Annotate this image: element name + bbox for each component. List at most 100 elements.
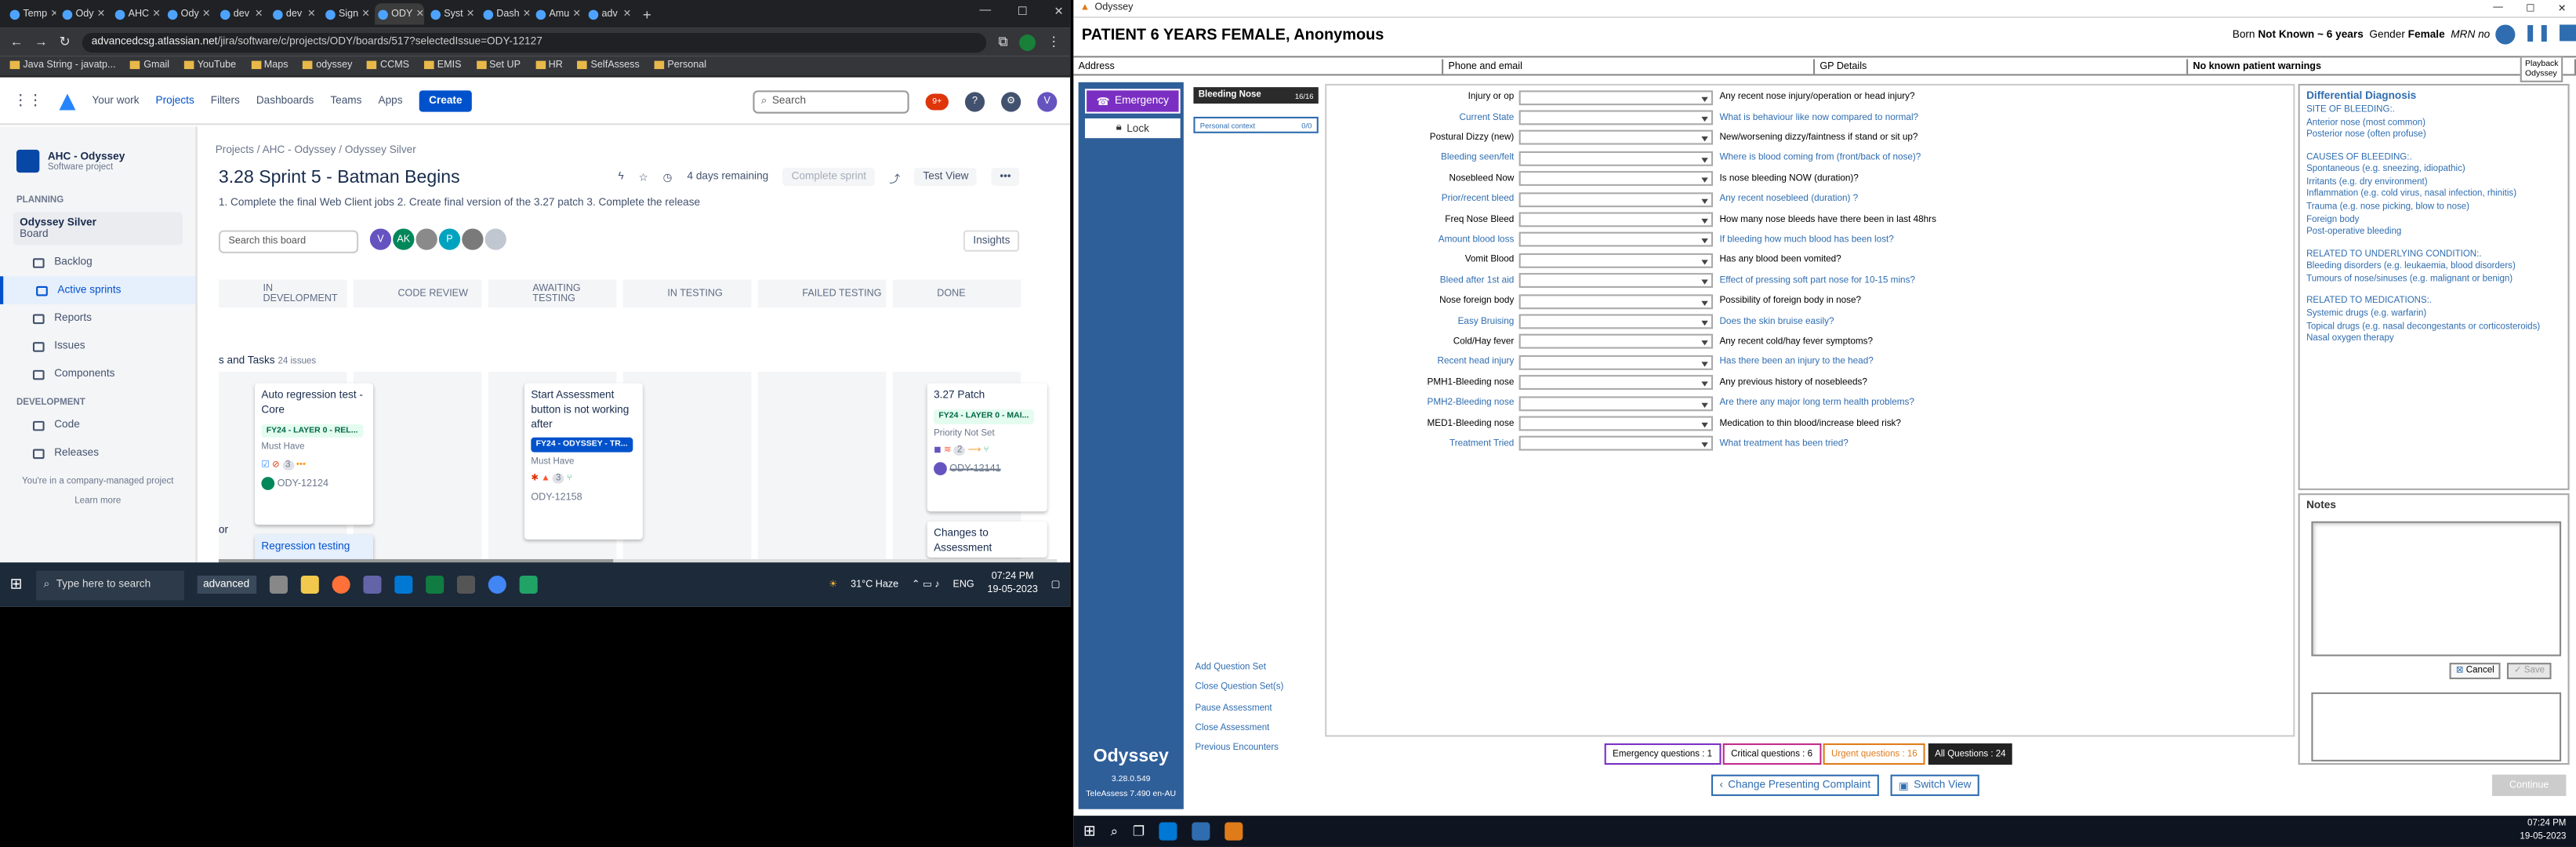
question-set-bleeding-nose[interactable]: Bleeding Nose 16/16 (1193, 87, 1319, 104)
answer-dropdown[interactable] (1518, 375, 1714, 391)
task-view-icon[interactable]: ❐ (1133, 824, 1145, 839)
bookmark[interactable]: Gmail (130, 60, 169, 71)
minimize-icon[interactable]: — (979, 5, 991, 18)
avatar[interactable]: P (438, 228, 461, 250)
chrome-icon[interactable] (488, 575, 506, 594)
pause-icon[interactable]: ❚❚ (2523, 24, 2551, 44)
answer-dropdown[interactable] (1518, 151, 1714, 166)
sidebar-item-active-sprints[interactable]: Active sprints (0, 276, 196, 304)
insights-button[interactable]: Insights (963, 230, 1020, 252)
answer-dropdown[interactable] (1518, 89, 1714, 105)
emergency-count-filter[interactable]: Emergency questions : 1 (1604, 743, 1721, 765)
gp-field[interactable]: GP Details (1815, 59, 2189, 75)
clock[interactable]: 07:24 PM 19-05-2023 (988, 572, 1038, 598)
taskbar-search[interactable]: ⌕ Type here to search (35, 569, 183, 600)
browser-tab[interactable]: Ody ✕ (59, 3, 108, 24)
sidebar-item-issues[interactable]: Issues (0, 333, 196, 361)
teams-icon[interactable] (362, 575, 381, 594)
browser-tab[interactable]: Dash✕ (480, 3, 529, 24)
app-switcher-icon[interactable]: ⋮⋮ (13, 92, 43, 110)
close-tab-icon[interactable]: ✕ (97, 8, 106, 20)
browser-tab[interactable]: dev ✕ (217, 3, 267, 24)
project-header[interactable]: AHC - Odyssey Software project (0, 126, 196, 185)
browser-tab[interactable]: dev ✕ (270, 3, 319, 24)
breadcrumb-projects[interactable]: Projects (216, 145, 254, 157)
notes-history[interactable] (2311, 692, 2562, 762)
answer-dropdown[interactable] (1518, 273, 1714, 289)
answer-dropdown[interactable] (1518, 232, 1714, 248)
start-icon[interactable]: ⊞ (1083, 823, 1096, 841)
back-icon[interactable]: ← (10, 35, 24, 49)
all-count-filter[interactable]: All Questions : 24 (1928, 743, 2012, 765)
board-search-input[interactable]: Search this board (218, 230, 359, 253)
sidebar-item-reports[interactable]: Reports (0, 304, 196, 333)
clock[interactable]: 07:24 PM 19-05-2023 (2520, 820, 2566, 843)
assessment-link[interactable]: Previous Encounters (1195, 739, 1284, 759)
address-field[interactable]: Address (1073, 59, 1444, 75)
close-tab-icon[interactable]: ✕ (202, 8, 211, 20)
answer-dropdown[interactable] (1518, 253, 1714, 268)
nav-apps[interactable]: Apps (378, 96, 402, 107)
bookmark[interactable]: SelfAssess (577, 60, 640, 71)
profile-icon[interactable] (1019, 33, 1036, 50)
answer-dropdown[interactable] (1518, 416, 1714, 431)
sidebar-item-backlog[interactable]: Backlog (0, 249, 196, 277)
assessment-link[interactable]: Close Question Set(s) (1195, 678, 1284, 699)
cancel-button[interactable]: ⊠ Cancel (2449, 663, 2502, 680)
close-tab-icon[interactable]: ✕ (152, 8, 161, 20)
browser-tab[interactable]: Syst ✕ (427, 3, 477, 24)
odyssey-taskbar-icon[interactable] (1225, 822, 1243, 841)
browser-tab[interactable]: Temp✕ (6, 3, 56, 24)
bookmark[interactable]: YouTube (183, 60, 236, 71)
question-set-personal-context[interactable]: Personal context 0/0 (1193, 116, 1319, 133)
outlook-icon[interactable] (394, 575, 412, 594)
view-dropdown[interactable]: Test View (914, 167, 978, 186)
url-field[interactable]: advancedcsg.atlassian.net/jira/software/… (82, 31, 987, 53)
phone-field[interactable]: Phone and email (1443, 59, 1816, 75)
more-icon[interactable]: ••• (991, 167, 1020, 186)
critical-count-filter[interactable]: Critical questions : 6 (1722, 743, 1821, 765)
create-button[interactable]: Create (419, 90, 473, 112)
jira-search-input[interactable]: ⌕ Search (753, 89, 909, 113)
save-button[interactable]: ✓ Save (2507, 663, 2552, 680)
bookmark[interactable]: CCMS (367, 60, 409, 71)
close-tab-icon[interactable]: ✕ (307, 8, 316, 20)
lock-button[interactable]: 🔒︎ Lock (1085, 118, 1181, 139)
menu-icon[interactable]: ⋮ (1047, 35, 1061, 49)
complete-sprint-button[interactable]: Complete sprint (783, 167, 875, 186)
assessment-link[interactable]: Pause Assessment (1195, 698, 1284, 718)
issue-card[interactable]: 3.27 Patch FY24 - LAYER 0 - MAI... Prior… (927, 383, 1047, 512)
board-selector[interactable]: Odyssey Silver Board (13, 212, 183, 245)
browser-tab[interactable]: Amu ✕ (532, 3, 582, 24)
reload-icon[interactable]: ↻ (59, 35, 70, 49)
maximize-icon[interactable]: ☐ (1018, 5, 1028, 18)
start-icon[interactable]: ⊞ (10, 576, 23, 594)
urgent-count-filter[interactable]: Urgent questions : 16 (1823, 743, 1926, 765)
sidebar-item-components[interactable]: Components (0, 360, 196, 388)
answer-dropdown[interactable] (1518, 314, 1714, 329)
bookmark[interactable]: EMIS (423, 60, 462, 71)
issue-card[interactable]: Auto regression test - Core FY24 - LAYER… (255, 383, 374, 525)
answer-dropdown[interactable] (1518, 334, 1714, 350)
outlook-icon[interactable] (1159, 822, 1177, 841)
avatar[interactable]: V (1037, 91, 1058, 111)
record-icon[interactable] (2495, 24, 2516, 45)
browser-tab[interactable]: AHC ✕ (112, 3, 161, 24)
avatar[interactable] (462, 228, 484, 250)
firefox-icon[interactable] (332, 575, 350, 594)
breadcrumb-board[interactable]: Odyssey Silver (345, 145, 416, 157)
answer-dropdown[interactable] (1518, 212, 1714, 227)
star-icon[interactable]: ☆ (639, 170, 648, 184)
share-icon[interactable]: ⤴ (889, 169, 900, 185)
answer-dropdown[interactable] (1518, 191, 1714, 207)
answer-dropdown[interactable] (1518, 354, 1714, 370)
answer-dropdown[interactable] (1518, 130, 1714, 146)
warnings-field[interactable]: No known patient warnings (2188, 59, 2576, 75)
answer-dropdown[interactable] (1518, 171, 1714, 187)
notifications-badge[interactable]: 9+ (925, 93, 949, 110)
issue-card[interactable]: Start Assessment button is not working a… (524, 383, 643, 540)
close-tab-icon[interactable]: ✕ (523, 8, 529, 20)
bookmark[interactable]: Set UP (476, 60, 521, 71)
close-icon[interactable]: ✕ (1054, 5, 1063, 18)
answer-dropdown[interactable] (1518, 395, 1714, 411)
